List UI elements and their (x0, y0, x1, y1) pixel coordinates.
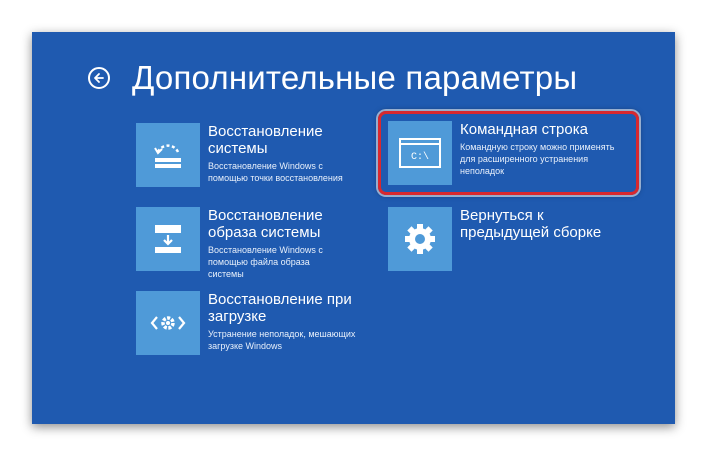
tile-description: Восстановление Windows с помощью файла о… (208, 245, 323, 279)
system-restore-icon (136, 123, 200, 187)
system-image-recovery-icon (136, 207, 200, 271)
command-prompt-icon: C:\ (388, 121, 452, 185)
tile-description: Устранение неполадок, мешающих загрузке … (208, 329, 356, 351)
tile-description: Командную строку можно применять для рас… (460, 142, 615, 176)
tile-command-prompt[interactable]: C:\ Командная строка Командную строку мо… (388, 121, 630, 185)
tile-title: Вернуться к предыдущей сборке (460, 207, 602, 241)
back-button[interactable] (88, 67, 110, 89)
page-title: Дополнительные параметры (132, 59, 578, 96)
startup-repair-icon (136, 291, 200, 355)
tile-title: Командная строка (460, 121, 588, 138)
advanced-options-screen: Дополнительные параметры Восстановление … (32, 32, 675, 424)
tile-title: Восстановление образа системы (208, 207, 323, 241)
tile-title: Восстановление при загрузке (208, 291, 352, 325)
tile-description: Восстановление Windows с помощью точки в… (208, 161, 343, 183)
command-prompt-icon-text: C:\ (411, 151, 429, 163)
gear-icon (388, 207, 452, 271)
tile-system-image-recovery[interactable]: Восстановление образа системы Восстановл… (136, 207, 348, 280)
tile-title: Восстановление системы (208, 123, 323, 157)
header: Дополнительные параметры (88, 58, 577, 98)
tile-startup-repair[interactable]: Восстановление при загрузке Устранение н… (136, 291, 358, 355)
back-arrow-icon (94, 73, 104, 83)
tile-system-restore[interactable]: Восстановление системы Восстановление Wi… (136, 123, 348, 187)
tile-go-back-previous-build[interactable]: Вернуться к предыдущей сборке (388, 207, 630, 271)
